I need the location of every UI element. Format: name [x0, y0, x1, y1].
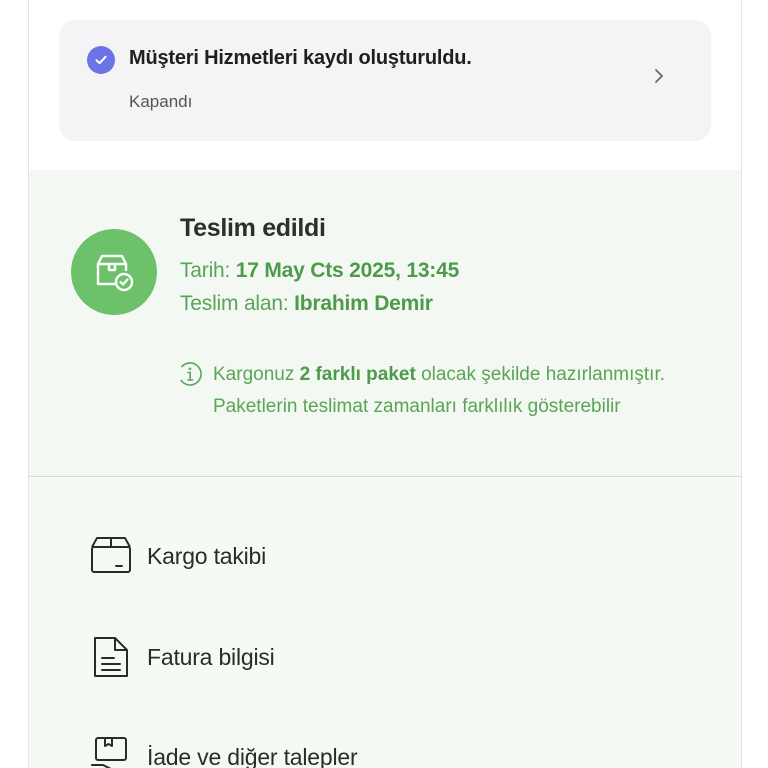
- delivery-date-value: 17 May Cts 2025, 13:45: [235, 259, 460, 282]
- package-info-text: Kargonuz 2 farklı paket olacak şekilde h…: [213, 359, 713, 423]
- info-prefix: Kargonuz: [213, 364, 300, 385]
- menu-item-cargo-tracking[interactable]: Kargo takibi: [29, 516, 741, 596]
- menu-item-label: Fatura bilgisi: [147, 644, 275, 670]
- box-icon: [89, 534, 133, 578]
- delivery-date-label: Tarih:: [180, 259, 236, 282]
- order-detail-panel: Müşteri Hizmetleri kaydı oluşturuldu. Ka…: [28, 0, 742, 768]
- customer-service-status: Kapandı: [129, 92, 193, 111]
- menu-item-label: Kargo takibi: [147, 543, 267, 569]
- delivery-date: Tarih: 17 May Cts 2025, 13:45: [180, 259, 459, 283]
- delivery-status-section: Teslim edildi Tarih: 17 May Cts 2025, 13…: [29, 170, 741, 477]
- menu-item-label: İade ve diğer talepler: [147, 744, 358, 768]
- order-actions-menu: Kargo takibi Fatura bilgisi İade ve diğe…: [29, 477, 741, 768]
- delivered-box-icon: [71, 229, 157, 315]
- customer-service-title: Müşteri Hizmetleri kaydı oluşturuldu.: [129, 47, 472, 69]
- customer-service-card[interactable]: Müşteri Hizmetleri kaydı oluşturuldu. Ka…: [59, 20, 711, 141]
- info-icon: [177, 361, 203, 387]
- invoice-icon: [89, 635, 133, 679]
- delivery-receiver-label: Teslim alan:: [180, 292, 295, 315]
- delivery-title: Teslim edildi: [180, 214, 326, 242]
- return-icon: [89, 735, 133, 768]
- chevron-right-icon[interactable]: [651, 68, 667, 84]
- menu-item-invoice[interactable]: Fatura bilgisi: [29, 617, 741, 697]
- info-highlight: 2 farklı paket: [299, 364, 416, 385]
- delivery-receiver-value: Ibrahim Demir: [294, 292, 433, 315]
- delivery-receiver: Teslim alan: Ibrahim Demir: [180, 292, 433, 316]
- check-circle-icon: [87, 46, 115, 74]
- menu-item-returns[interactable]: İade ve diğer talepler: [29, 717, 741, 768]
